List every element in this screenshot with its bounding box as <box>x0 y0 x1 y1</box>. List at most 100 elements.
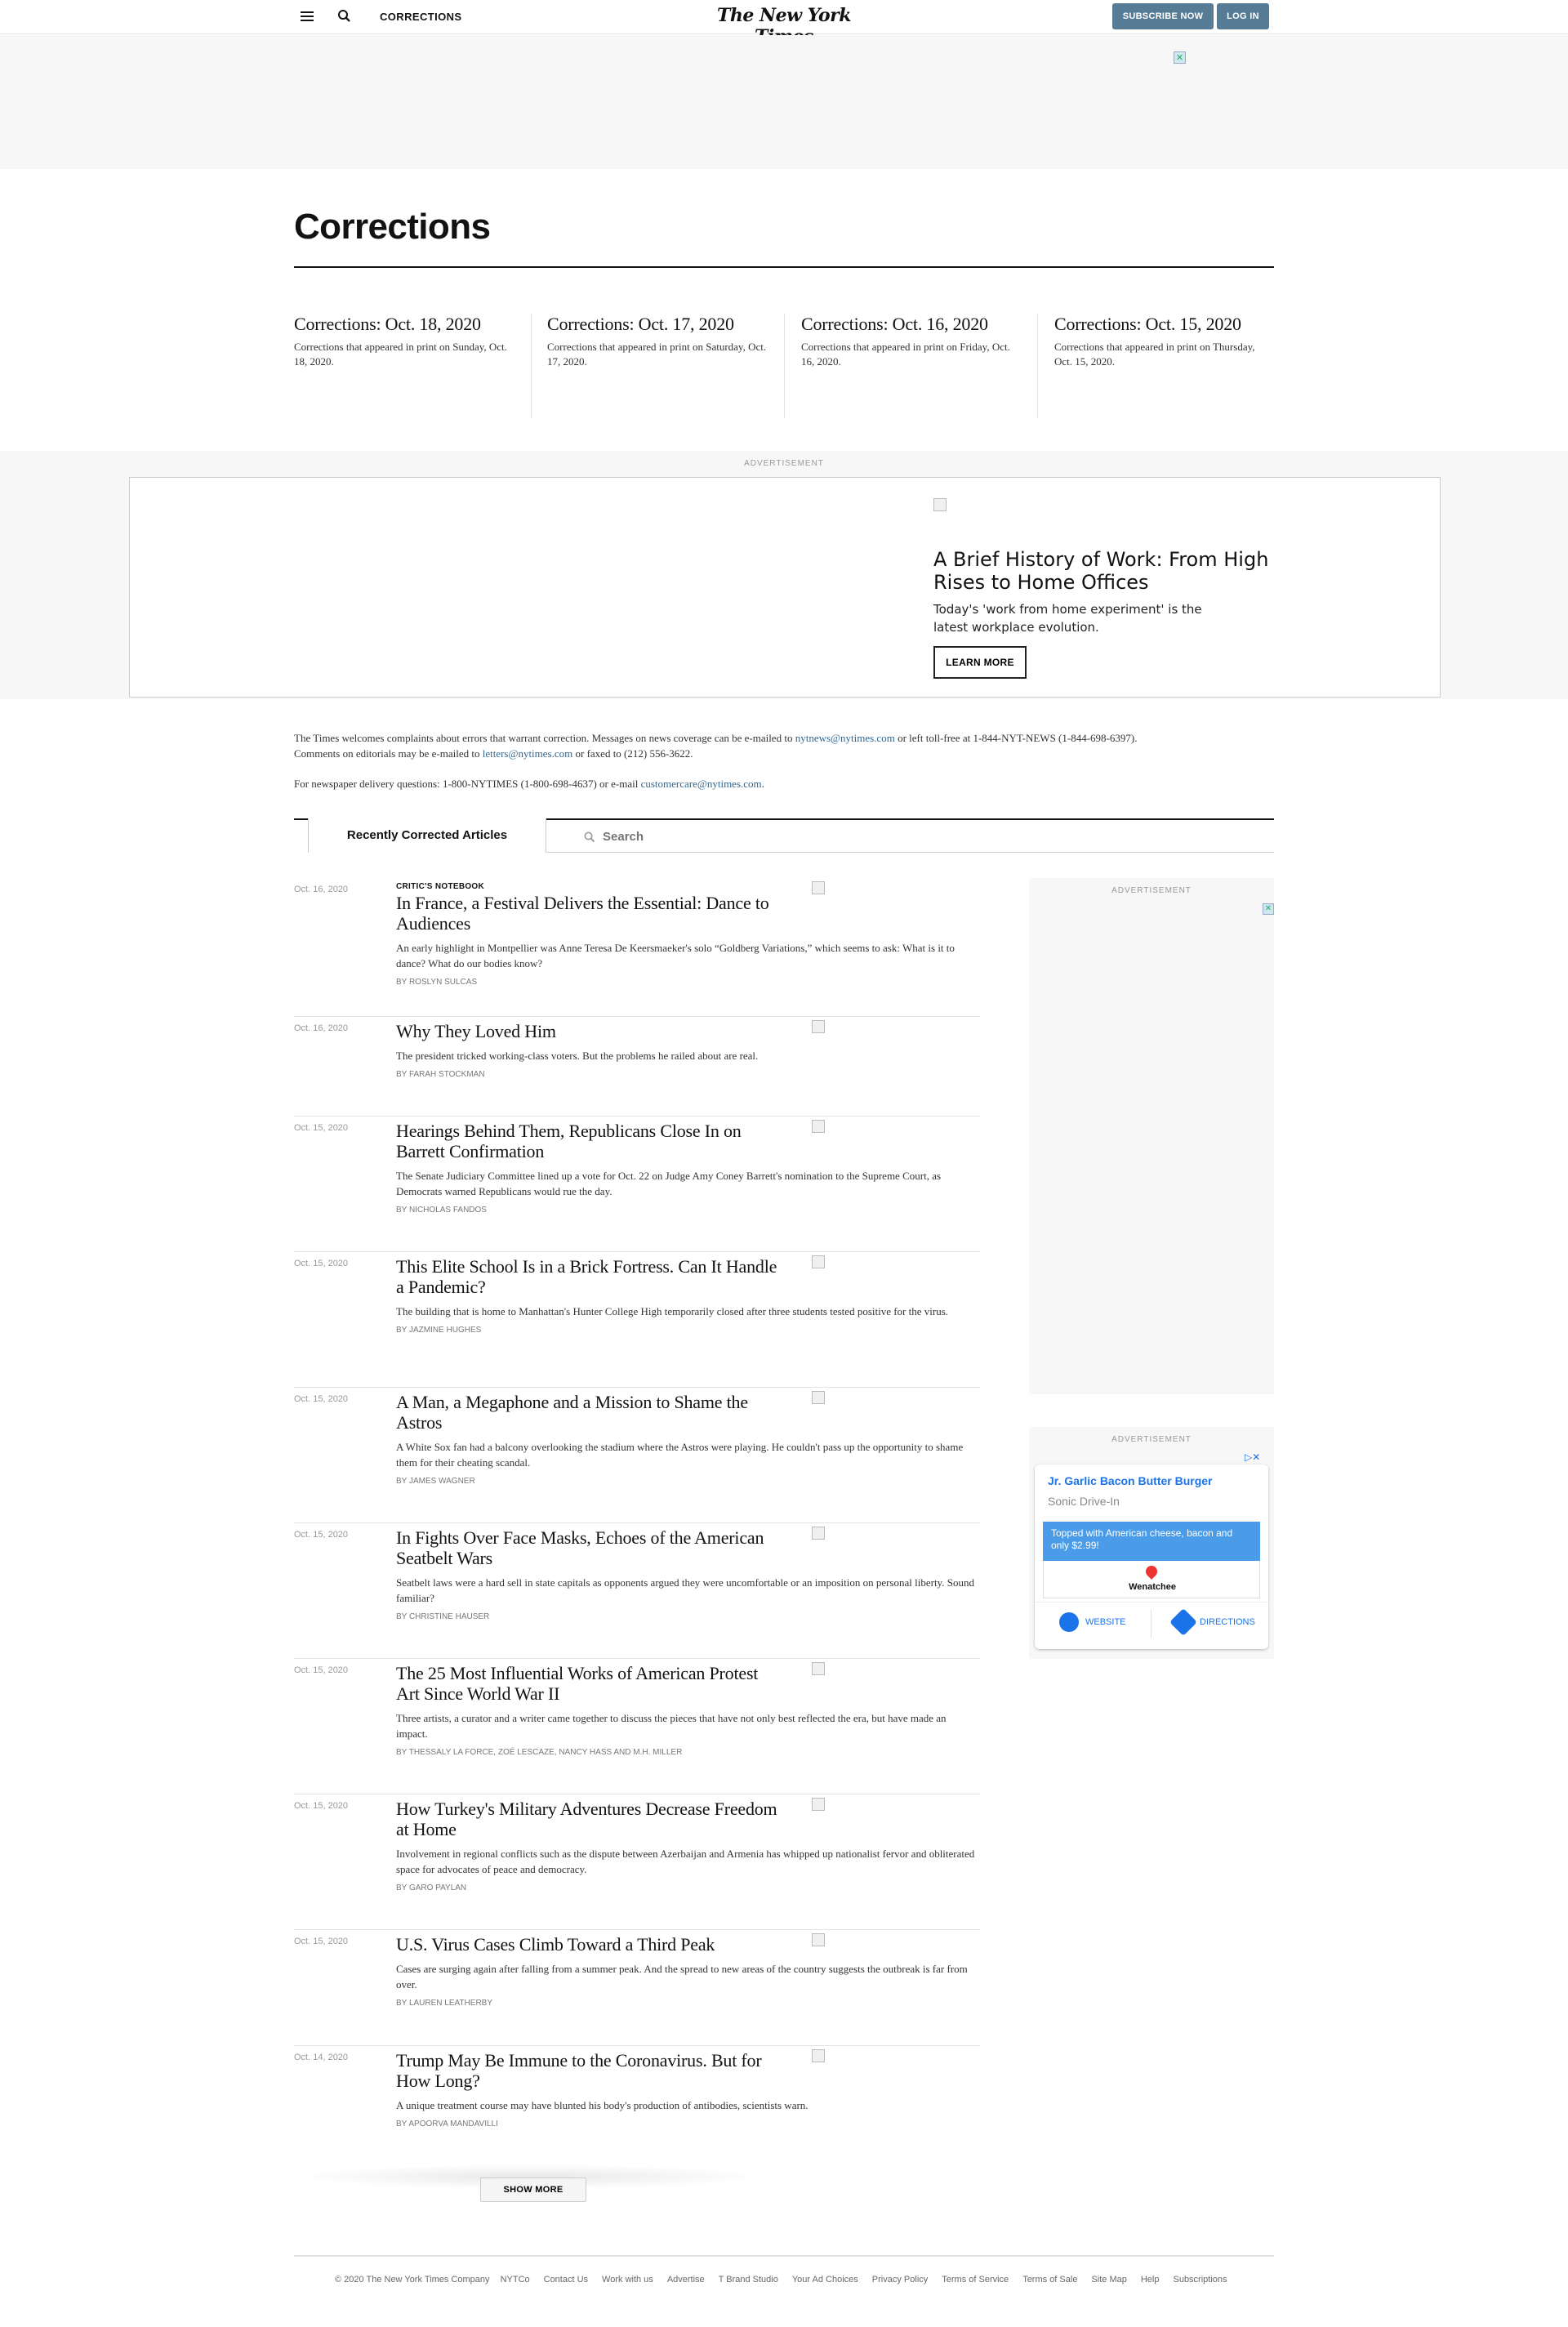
article-body: Hearings Behind Them, Republicans Close … <box>396 1121 980 1215</box>
login-button[interactable]: LOG IN <box>1217 3 1269 29</box>
ad-banner[interactable]: A Brief History of Work: From High Rises… <box>129 477 1441 698</box>
article-headline[interactable]: U.S. Virus Cases Climb Toward a Third Pe… <box>396 1934 780 1955</box>
subscribe-button[interactable]: SUBSCRIBE NOW <box>1112 3 1214 29</box>
mid-ad-slot: ADVERTISEMENT A Brief History of Work: F… <box>0 451 1568 699</box>
section-name-link[interactable]: CORRECTIONS <box>380 11 461 23</box>
corrections-card[interactable]: Corrections: Oct. 15, 2020 Corrections t… <box>1054 314 1307 420</box>
masthead: CORRECTIONS The New York Times SUBSCRIBE… <box>0 0 1568 47</box>
article-byline: By GARO PAYLAN <box>396 1883 467 1892</box>
article-item[interactable]: Oct. 16, 2020 Why They Loved Him The presi… <box>294 1017 980 1117</box>
footer-link[interactable]: Terms of Service <box>942 2275 1009 2285</box>
ad-choices-icon[interactable]: ✕ <box>1263 903 1274 915</box>
footer-link[interactable]: Contact Us <box>544 2275 588 2285</box>
broken-image-icon <box>812 1527 825 1540</box>
directions-action[interactable]: DIRECTIONS <box>1169 1608 1255 1643</box>
info-text: The Times welcomes complaints about erro… <box>294 732 795 744</box>
article-headline[interactable]: The 25 Most Influential Works of America… <box>396 1663 780 1704</box>
article-body: Trump May Be Immune to the Coronavirus. … <box>396 2050 980 2129</box>
tab-recently-corrected[interactable]: Recently Corrected Articles <box>308 818 546 853</box>
corrections-card-title[interactable]: Corrections: Oct. 15, 2020 <box>1054 314 1307 335</box>
website-action[interactable]: WEBSITE <box>1059 1610 1126 1643</box>
info-text: or faxed to (212) 556-3622. <box>572 747 693 760</box>
menu-icon[interactable] <box>301 10 314 23</box>
corrections-card[interactable]: Corrections: Oct. 17, 2020 Corrections t… <box>547 314 800 420</box>
info-text: . <box>761 778 764 790</box>
learn-more-button[interactable]: LEARN MORE <box>933 646 1027 679</box>
article-headline[interactable]: A Man, a Megaphone and a Mission to Sham… <box>396 1392 780 1433</box>
corrections-card-title[interactable]: Corrections: Oct. 17, 2020 <box>547 314 800 335</box>
copyright: © 2020 The New York Times Company <box>335 2275 490 2285</box>
globe-icon <box>1059 1612 1079 1633</box>
article-date: Oct. 15, 2020 <box>294 1801 349 1811</box>
article-headline[interactable]: In Fights Over Face Masks, Echoes of the… <box>396 1527 780 1568</box>
column-divider <box>1037 314 1038 418</box>
article-body: The 25 Most Influential Works of America… <box>396 1663 980 1757</box>
article-headline[interactable]: How Turkey's Military Adventures Decreas… <box>396 1799 780 1839</box>
search-input[interactable] <box>603 827 1174 846</box>
article-headline[interactable]: Hearings Behind Them, Republicans Close … <box>396 1121 780 1161</box>
article-date: Oct. 16, 2020 <box>294 1023 349 1033</box>
ad-headline[interactable]: A Brief History of Work: From High Rises… <box>933 548 1293 594</box>
footer-link[interactable]: Advertise <box>667 2275 705 2285</box>
footer-link[interactable]: Terms of Sale <box>1022 2275 1077 2285</box>
ad-label: ADVERTISEMENT <box>744 459 824 468</box>
ad-choices-icon[interactable]: ✕ <box>1174 51 1186 64</box>
footer-link[interactable]: Site Map <box>1091 2275 1126 2285</box>
ad-choices-icon[interactable]: ▷✕ <box>1245 1451 1260 1463</box>
broken-image-icon <box>812 881 825 894</box>
column-divider <box>531 314 532 418</box>
article-date: Oct. 14, 2020 <box>294 2053 349 2062</box>
article-headline[interactable]: This Elite School Is in a Brick Fortress… <box>396 1256 780 1297</box>
article-summary: Three artists, a curator and a writer ca… <box>396 1712 947 1740</box>
corrections-card[interactable]: Corrections: Oct. 18, 2020 Corrections t… <box>294 314 547 420</box>
ad-business-name[interactable]: Jr. Garlic Bacon Butter Burger <box>1048 1474 1213 1487</box>
footer-link[interactable]: NYTCo <box>501 2275 530 2285</box>
article-item[interactable]: Oct. 14, 2020 Trump May Be Immune to the … <box>294 2046 980 2152</box>
footer-link[interactable]: Your Ad Choices <box>792 2275 858 2285</box>
broken-image-icon <box>812 1933 825 1946</box>
article-headline[interactable]: In France, a Festival Delivers the Essen… <box>396 893 780 934</box>
nytnews-email-link[interactable]: nytnews@nytimes.com <box>795 732 895 744</box>
customercare-email-link[interactable]: customercare@nytimes.com <box>641 778 762 790</box>
show-more-button[interactable]: SHOW MORE <box>480 2178 586 2202</box>
article-byline: By NICHOLAS FANDOS <box>396 1206 487 1215</box>
article-item[interactable]: Oct. 15, 2020 How Turkey's Military Adven… <box>294 1794 980 1930</box>
footer-link[interactable]: Privacy Policy <box>872 2275 928 2285</box>
article-headline[interactable]: Why They Loved Him <box>396 1021 780 1041</box>
corrections-card-title[interactable]: Corrections: Oct. 18, 2020 <box>294 314 547 335</box>
broken-image-icon <box>812 1255 825 1268</box>
corrections-card-desc: Corrections that appeared in print on Sa… <box>547 341 767 368</box>
footer-link[interactable]: Help <box>1141 2275 1160 2285</box>
corrections-card[interactable]: Corrections: Oct. 16, 2020 Corrections t… <box>801 314 1054 420</box>
footer-divider <box>294 2255 1274 2257</box>
letters-email-link[interactable]: letters@nytimes.com <box>483 747 573 760</box>
search-icon[interactable] <box>336 8 353 25</box>
local-ad-card[interactable]: Jr. Garlic Bacon Butter Burger Sonic Dri… <box>1035 1464 1268 1649</box>
ad-promo[interactable]: Topped with American cheese, bacon and o… <box>1043 1522 1260 1561</box>
footer-link[interactable]: T Brand Studio <box>719 2275 778 2285</box>
footer-link[interactable]: Subscriptions <box>1173 2275 1227 2285</box>
broken-image-icon <box>812 1020 825 1033</box>
article-item[interactable]: Oct. 15, 2020 This Elite School Is in a B… <box>294 1252 980 1388</box>
article-item[interactable]: Oct. 15, 2020 A Man, a Megaphone and a Mi… <box>294 1388 980 1523</box>
article-item[interactable]: Oct. 15, 2020 Hearings Behind Them, Repub… <box>294 1117 980 1252</box>
article-item[interactable]: Oct. 16, 2020 CRITIC'S NOTEBOOK In France,… <box>294 878 980 1017</box>
article-item[interactable]: Oct. 15, 2020 The 25 Most Influential Wor… <box>294 1659 980 1794</box>
info-text: For newspaper delivery questions: 1-800-… <box>294 778 641 790</box>
article-date: Oct. 15, 2020 <box>294 1259 349 1268</box>
article-byline: By CHRISTINE HAUSER <box>396 1612 490 1621</box>
broken-image-icon <box>933 498 947 511</box>
tab-search[interactable] <box>547 820 1274 853</box>
article-kicker[interactable]: CRITIC'S NOTEBOOK <box>396 882 484 891</box>
article-headline[interactable]: Trump May Be Immune to the Coronavirus. … <box>396 2050 780 2091</box>
article-item[interactable]: Oct. 15, 2020 In Fights Over Face Masks, … <box>294 1523 980 1659</box>
article-item[interactable]: Oct. 15, 2020 U.S. Virus Cases Climb Towa… <box>294 1930 980 2046</box>
article-summary: A unique treatment course may have blunt… <box>396 2099 808 2111</box>
article-date: Oct. 15, 2020 <box>294 1394 349 1404</box>
corrections-card-title[interactable]: Corrections: Oct. 16, 2020 <box>801 314 1054 335</box>
footer: © 2020 The New York Times Company NYTCo C… <box>335 2275 1241 2285</box>
footer-link[interactable]: Work with us <box>602 2275 653 2285</box>
broken-image-icon <box>812 2049 825 2062</box>
broken-image-icon <box>812 1120 825 1133</box>
ad-map[interactable]: Wenatchee <box>1043 1561 1260 1598</box>
